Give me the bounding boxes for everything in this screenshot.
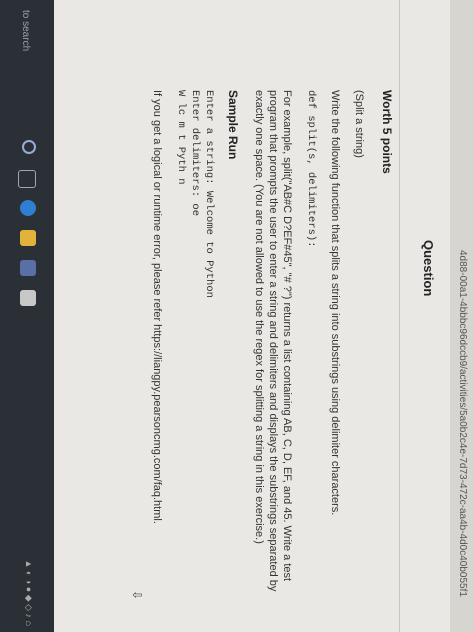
question-header: Question bbox=[399, 0, 450, 632]
system-tray[interactable]: ▲ ◐ ◑ ● ◆ ◇ ♪ ⌂ bbox=[23, 560, 34, 627]
instruction-text: Write the following function that splits… bbox=[329, 90, 341, 516]
file-explorer-icon[interactable] bbox=[20, 230, 36, 246]
sample-run-line: Enter delimiters: oe bbox=[189, 90, 201, 217]
example-text: For example, split("AB#C D?EF#45", "# ?"… bbox=[253, 90, 293, 592]
sample-run-line: W lc m t Pyth n bbox=[175, 90, 187, 185]
points-label: Worth 5 points bbox=[380, 90, 394, 174]
taskbar: to search ▲ ◐ ◑ ● ◆ ◇ ♪ ⌂ bbox=[0, 0, 54, 632]
taskbar-search[interactable]: to search bbox=[14, 0, 36, 120]
question-content: Worth 5 points (Split a string) Write th… bbox=[94, 90, 394, 610]
calendar-icon[interactable] bbox=[20, 290, 36, 306]
sample-run-line: Enter a string: Welcome to Python bbox=[203, 90, 215, 298]
store-icon[interactable] bbox=[20, 260, 36, 276]
url-text: 4d88-00a1-4bbbc96dccb9/activities/5a0b2c… bbox=[457, 250, 468, 597]
rotated-screen: 4d88-00a1-4bbbc96dccb9/activities/5a0b2c… bbox=[0, 0, 474, 632]
cortana-icon[interactable] bbox=[22, 140, 36, 154]
edge-icon[interactable] bbox=[20, 200, 36, 216]
error-note: If you get a logical or runtime error, p… bbox=[151, 90, 163, 524]
function-signature: def split(s, delimiters): bbox=[305, 90, 317, 248]
task-view-icon[interactable] bbox=[18, 170, 36, 188]
sample-run-heading: Sample Run bbox=[226, 90, 240, 160]
problem-name: (Split a string) bbox=[353, 90, 365, 158]
address-bar[interactable]: 4d88-00a1-4bbbc96dccb9/activities/5a0b2c… bbox=[450, 0, 474, 632]
scroll-down-icon[interactable]: ⇩ bbox=[130, 590, 144, 600]
question-title: Question bbox=[421, 240, 436, 297]
search-placeholder: to search bbox=[20, 10, 31, 52]
